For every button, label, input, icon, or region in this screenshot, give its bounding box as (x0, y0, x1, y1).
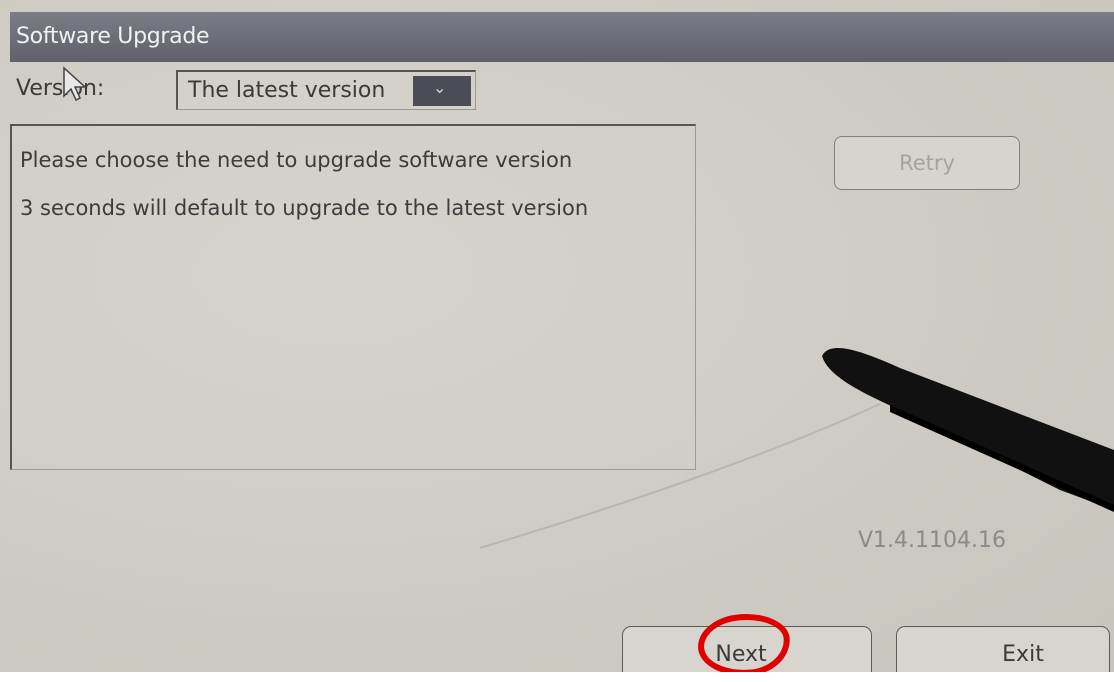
stylus-pen (479, 347, 1114, 549)
device-screen: Software Upgrade Version: The latest ver… (0, 0, 1114, 682)
bottom-border (0, 672, 1114, 682)
